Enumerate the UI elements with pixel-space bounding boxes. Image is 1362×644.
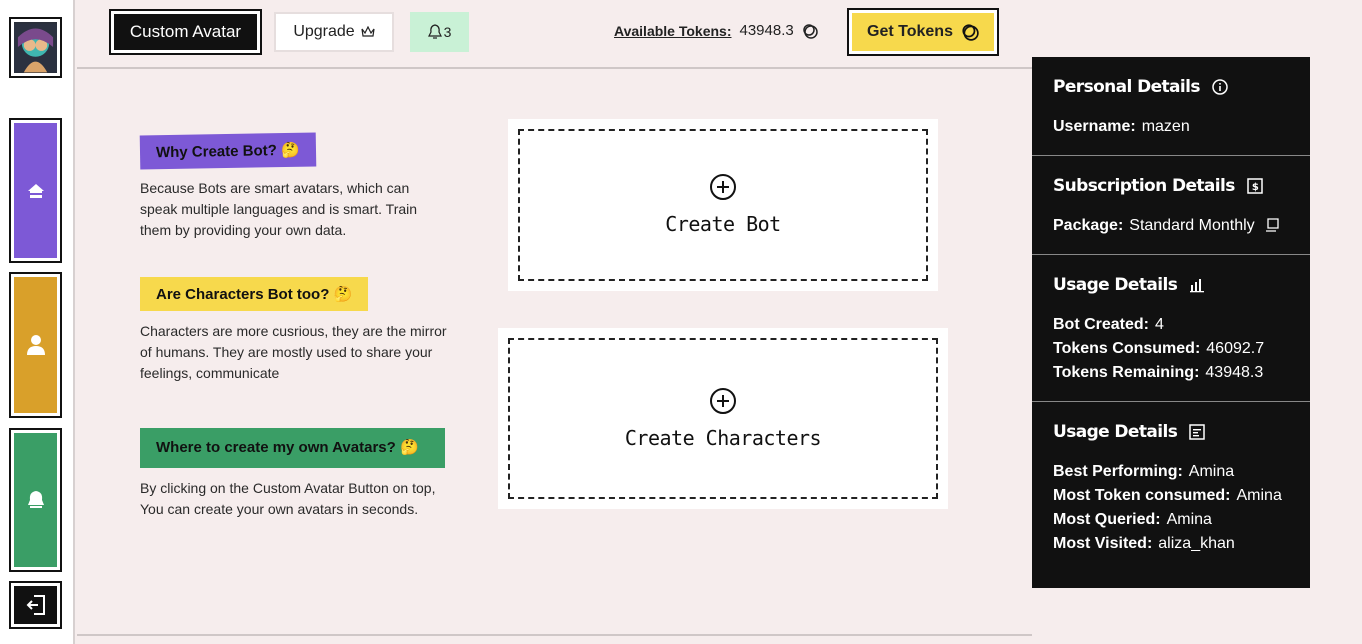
create-characters-label: Create Characters <box>624 425 822 450</box>
dollar-icon: $ <box>1247 178 1263 194</box>
most-visited-value: aliza_khan <box>1158 535 1235 552</box>
bell-icon <box>27 491 44 508</box>
bot-created-label: Bot Created: <box>1053 316 1150 333</box>
most-token-value: Amina <box>1236 487 1282 504</box>
tokens-value: 43948.3 <box>739 22 794 39</box>
usage-details-section-2: Usage Details Best Performing: Amina Most… <box>1032 402 1310 572</box>
package-label: Package: <box>1053 217 1124 234</box>
best-performing-label: Best Performing: <box>1053 463 1183 480</box>
best-performing-value: Amina <box>1188 463 1235 480</box>
sidebar-item-profile[interactable] <box>9 272 62 418</box>
receipt-icon[interactable] <box>1265 218 1279 232</box>
username-value: mazen <box>1141 118 1190 135</box>
upgrade-button[interactable]: Upgrade <box>274 12 394 52</box>
tokens-consumed-label: Tokens Consumed: <box>1053 340 1201 357</box>
info-title: Why Create Bot? 🤔 <box>139 132 316 170</box>
list-icon <box>1189 424 1205 440</box>
custom-avatar-label: Custom Avatar <box>114 14 257 50</box>
svg-text:$: $ <box>1252 182 1259 193</box>
info-create-avatars: Where to create my own Avatars? 🤔 By cli… <box>140 428 450 520</box>
bot-created-value: 4 <box>1155 316 1164 333</box>
coins-icon <box>802 23 818 39</box>
info-icon[interactable] <box>1212 79 1228 95</box>
plus-circle-icon <box>710 174 736 200</box>
info-why-create-bot: Why Create Bot? 🤔 Because Bots are smart… <box>139 132 450 241</box>
bar-chart-icon <box>1190 279 1205 293</box>
logout-icon <box>26 595 45 615</box>
profile-avatar-button[interactable] <box>9 17 62 78</box>
divider <box>77 634 1032 636</box>
create-characters-card[interactable]: Create Characters <box>498 328 948 509</box>
plus-circle-icon <box>710 387 736 414</box>
info-text: By clicking on the Custom Avatar Button … <box>140 480 436 517</box>
package-value: Standard Monthly <box>1129 217 1255 234</box>
info-text: Characters are more cusrious, they are t… <box>140 323 447 381</box>
tokens-remaining-label: Tokens Remaining: <box>1053 364 1200 381</box>
most-queried-label: Most Queried: <box>1053 511 1161 528</box>
tokens-label: Available Tokens: <box>614 22 732 39</box>
get-tokens-label: Get Tokens <box>867 23 953 40</box>
upgrade-label: Upgrade <box>293 23 355 40</box>
home-icon <box>27 183 44 198</box>
info-title: Where to create my own Avatars? 🤔 <box>140 428 445 468</box>
most-token-label: Most Token consumed: <box>1053 487 1231 504</box>
available-tokens: Available Tokens: 43948.3 <box>614 22 818 39</box>
create-bot-card[interactable]: Create Bot <box>508 119 938 291</box>
info-characters-bot: Are Characters Bot too? 🤔 Characters are… <box>140 277 450 384</box>
info-title: Are Characters Bot too? 🤔 <box>140 277 369 311</box>
section-title: Subscription Details <box>1053 176 1235 196</box>
sidebar-item-notifications[interactable] <box>9 428 62 572</box>
most-visited-label: Most Visited: <box>1053 535 1153 552</box>
most-queried-value: Amina <box>1166 511 1212 528</box>
notification-count: 3 <box>443 24 452 40</box>
notifications-button[interactable]: 3 <box>410 12 469 52</box>
sidebar <box>0 0 75 644</box>
details-panel: Personal Details Username: mazen Subscrip… <box>1032 57 1310 588</box>
tokens-remaining-value: 43948.3 <box>1205 364 1264 381</box>
sidebar-item-home[interactable] <box>9 118 62 263</box>
usage-details-section: Usage Details Bot Created: 4 Tokens Consu… <box>1032 255 1310 402</box>
username-label: Username: <box>1053 118 1136 135</box>
top-bar: Custom Avatar Upgrade 3 Available Tokens… <box>77 0 1032 69</box>
tokens-consumed-value: 46092.7 <box>1206 340 1265 357</box>
get-tokens-button[interactable]: Get Tokens <box>847 8 999 56</box>
crown-icon <box>361 26 375 37</box>
section-title: Usage Details <box>1053 422 1178 442</box>
create-bot-label: Create Bot <box>665 212 781 236</box>
personal-details-section: Personal Details Username: mazen <box>1032 57 1310 156</box>
logout-button[interactable] <box>9 581 62 629</box>
subscription-details-section: Subscription Details $ Package: Standard … <box>1032 156 1310 255</box>
bell-icon <box>427 24 442 39</box>
custom-avatar-button[interactable]: Custom Avatar <box>109 9 262 55</box>
coins-icon <box>962 24 979 41</box>
section-title: Personal Details <box>1053 77 1201 97</box>
info-text: Because Bots are smart avatars, which ca… <box>140 180 418 238</box>
section-title: Usage Details <box>1053 275 1178 295</box>
avatar <box>14 22 57 73</box>
user-icon <box>26 335 45 355</box>
